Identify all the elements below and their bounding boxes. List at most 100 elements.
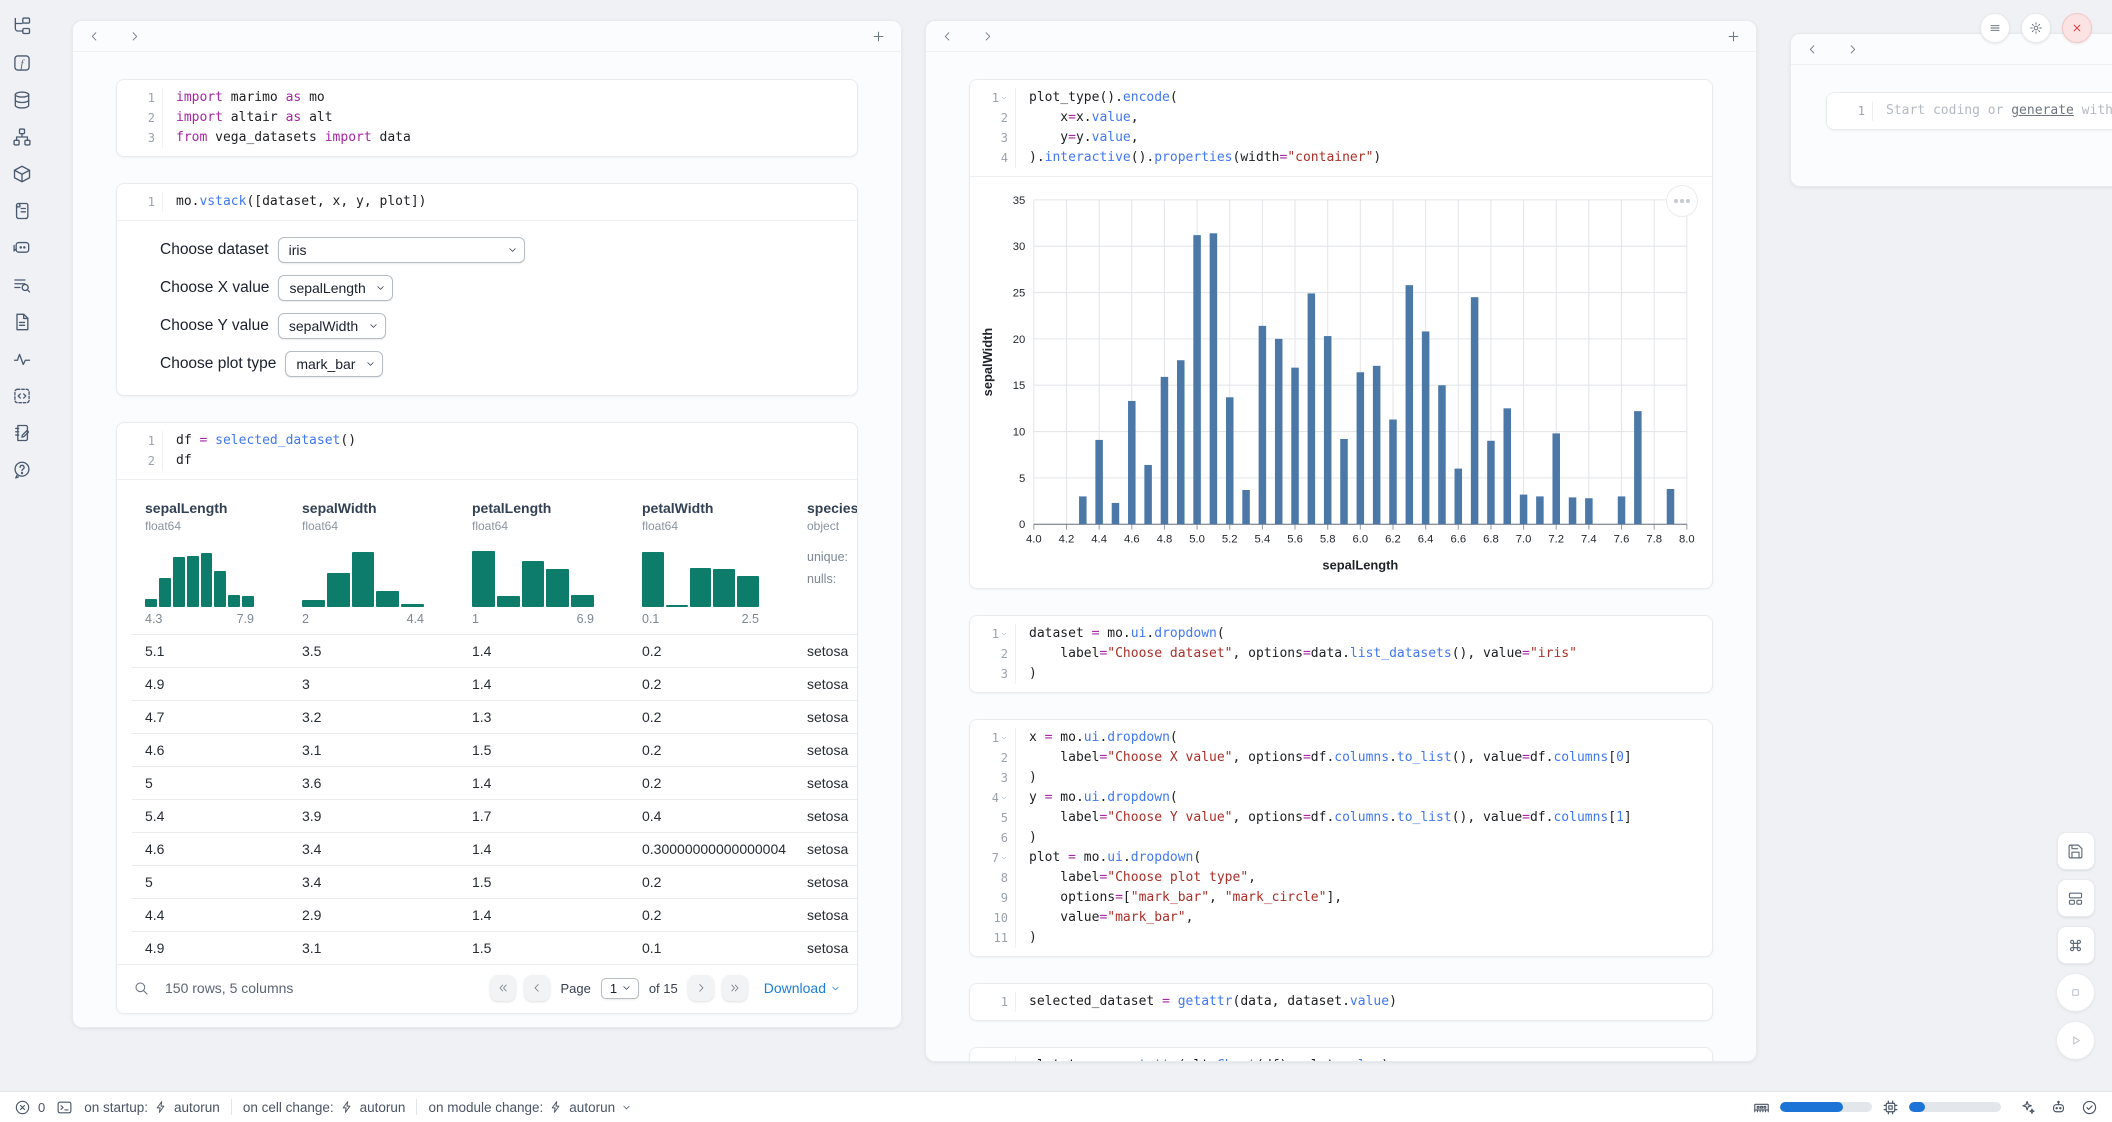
layout-panels-button[interactable] <box>2057 879 2095 917</box>
table-cell: 0.2 <box>629 635 794 667</box>
table-row[interactable]: 5.43.91.70.4setosa <box>132 799 857 832</box>
chart-actions-button[interactable] <box>1666 185 1698 217</box>
dropdown-choose-plot-type[interactable]: mark_bar <box>285 351 383 377</box>
dropdown-choose-y-value[interactable]: sepalWidth <box>278 313 386 339</box>
code-editor[interactable]: 1mo.vstack([dataset, x, y, plot]) <box>117 184 857 220</box>
cell-dataframe: 1df = selected_dataset()2df sepalLengthf… <box>116 422 858 1014</box>
column-header-species[interactable]: speciesobjectunique:nulls: <box>794 492 857 634</box>
fold-chevron-icon[interactable] <box>1000 794 1008 802</box>
functions-icon[interactable]: f <box>12 53 32 73</box>
generate-with-ai-link[interactable]: generate <box>2011 103 2074 118</box>
run-setting-on-module-change[interactable]: on module change:autorun <box>428 1100 632 1115</box>
cell-output: Choose datasetirisChoose X valuesepalLen… <box>117 220 857 395</box>
robot-icon[interactable] <box>2050 1099 2067 1116</box>
scroll-icon[interactable] <box>12 201 32 221</box>
histogram-range: 0.12.5 <box>642 612 759 626</box>
table-row[interactable]: 4.63.11.50.2setosa <box>132 733 857 766</box>
first-page-button[interactable] <box>490 975 516 1001</box>
check-circle-icon[interactable] <box>2081 1099 2098 1116</box>
column-header-petallength[interactable]: petalLengthfloat6416.9 <box>459 492 629 634</box>
table-row[interactable]: 4.73.21.30.2setosa <box>132 700 857 733</box>
chevron-left-icon[interactable] <box>941 30 954 43</box>
code-line: 3 y=y.value, <box>970 128 1712 148</box>
stop-button[interactable] <box>2056 973 2095 1012</box>
gear-button[interactable] <box>2021 13 2051 43</box>
altair-bar-chart[interactable]: 051015202530354.04.24.44.64.85.05.25.45.… <box>978 187 1704 582</box>
table-row[interactable]: 4.42.91.40.2setosa <box>132 898 857 931</box>
column-header-sepallength[interactable]: sepalLengthfloat644.37.9 <box>132 492 289 634</box>
code-editor[interactable]: 1 Start coding or generate with AI. <box>1827 93 2112 129</box>
code-editor[interactable]: 1import marimo as mo2import altair as al… <box>117 80 857 156</box>
run-setting-value: autorun <box>360 1100 406 1115</box>
table-row[interactable]: 4.931.40.2setosa <box>132 667 857 700</box>
chat-bot-icon[interactable] <box>12 238 32 258</box>
chevron-right-icon[interactable] <box>128 30 141 43</box>
prev-page-button[interactable] <box>524 975 550 1001</box>
code-line: 9 options=["mark_bar", "mark_circle"], <box>970 888 1712 908</box>
cpu-usage-meter[interactable] <box>1909 1102 2001 1112</box>
code-text: label="Choose plot type", <box>1016 868 1256 888</box>
package-icon[interactable] <box>12 164 32 184</box>
activity-icon[interactable] <box>12 349 32 369</box>
command-button[interactable] <box>2057 926 2095 964</box>
page-select[interactable]: 1 <box>601 978 639 999</box>
memory-icon <box>1753 1099 1770 1116</box>
snippets-icon[interactable] <box>12 386 32 406</box>
column-header-sepalwidth[interactable]: sepalWidthfloat6424.4 <box>289 492 459 634</box>
svg-text:25: 25 <box>1013 287 1026 299</box>
fold-chevron-icon[interactable] <box>1000 630 1008 638</box>
help-icon[interactable] <box>12 460 32 480</box>
document-icon[interactable] <box>12 312 32 332</box>
table-row[interactable]: 4.93.11.50.1setosa <box>132 931 857 964</box>
next-page-button[interactable] <box>688 975 714 1001</box>
list-search-icon[interactable] <box>12 275 32 295</box>
code-line: 1import marimo as mo <box>117 88 857 108</box>
dropdown-label: Choose dataset <box>160 241 269 259</box>
save-button[interactable] <box>2057 832 2095 870</box>
chevron-right-icon[interactable] <box>1846 43 1859 56</box>
chevron-down-icon <box>621 1102 632 1113</box>
fold-chevron-icon[interactable] <box>1000 854 1008 862</box>
table-row[interactable]: 53.61.40.2setosa <box>132 766 857 799</box>
chevron-left-icon[interactable] <box>88 30 101 43</box>
table-row[interactable]: 4.63.41.40.30000000000000004setosa <box>132 832 857 865</box>
sparkles-icon[interactable] <box>2019 1099 2036 1116</box>
table-cell: 4.9 <box>132 932 289 964</box>
memory-usage-meter[interactable] <box>1780 1102 1872 1112</box>
code-editor[interactable]: 1df = selected_dataset()2df <box>117 423 857 479</box>
cell-xy-plot-dropdowns: 1x = mo.ui.dropdown(2 label="Choose X va… <box>969 719 1713 957</box>
dependency-graph-icon[interactable] <box>12 127 32 147</box>
svg-text:0: 0 <box>1019 519 1025 531</box>
file-tree-icon[interactable] <box>12 16 32 36</box>
column-header-petalwidth[interactable]: petalWidthfloat640.12.5 <box>629 492 794 634</box>
code-editor[interactable]: 1plot_type = getattr(alt.Chart(df), plot… <box>970 1048 1712 1062</box>
code-editor[interactable]: 1selected_dataset = getattr(data, datase… <box>970 984 1712 1020</box>
fold-chevron-icon[interactable] <box>1000 734 1008 742</box>
scratchpad-icon[interactable] <box>12 423 32 443</box>
terminal-icon[interactable] <box>56 1099 73 1116</box>
add-cell-icon[interactable] <box>1726 29 1741 44</box>
search-icon[interactable] <box>133 980 149 996</box>
run-setting-on-startup[interactable]: on startup:autorun <box>84 1100 220 1115</box>
last-page-button[interactable] <box>722 975 748 1001</box>
dropdown-choose-dataset[interactable]: iris <box>278 237 525 263</box>
code-text: from vega_datasets import data <box>163 128 411 148</box>
line-number: 10 <box>970 908 1016 928</box>
fold-chevron-icon[interactable] <box>1000 94 1008 102</box>
run-setting-on-cell-change[interactable]: on cell change:autorun <box>243 1100 406 1115</box>
code-editor[interactable]: 1plot_type().encode(2 x=x.value,3 y=y.va… <box>970 80 1712 176</box>
code-editor[interactable]: 1x = mo.ui.dropdown(2 label="Choose X va… <box>970 720 1712 956</box>
close-button[interactable] <box>2062 13 2092 43</box>
database-icon[interactable] <box>12 90 32 110</box>
errors-icon[interactable] <box>14 1099 31 1116</box>
dropdown-choose-x-value[interactable]: sepalLength <box>278 275 393 301</box>
run-button[interactable] <box>2056 1021 2095 1060</box>
menu-button[interactable] <box>1980 13 2010 43</box>
add-cell-icon[interactable] <box>871 29 886 44</box>
code-editor[interactable]: 1dataset = mo.ui.dropdown(2 label="Choos… <box>970 616 1712 692</box>
table-row[interactable]: 53.41.50.2setosa <box>132 865 857 898</box>
table-row[interactable]: 5.13.51.40.2setosa <box>132 634 857 667</box>
download-button[interactable]: Download <box>764 980 841 996</box>
chevron-left-icon[interactable] <box>1806 43 1819 56</box>
chevron-right-icon[interactable] <box>981 30 994 43</box>
